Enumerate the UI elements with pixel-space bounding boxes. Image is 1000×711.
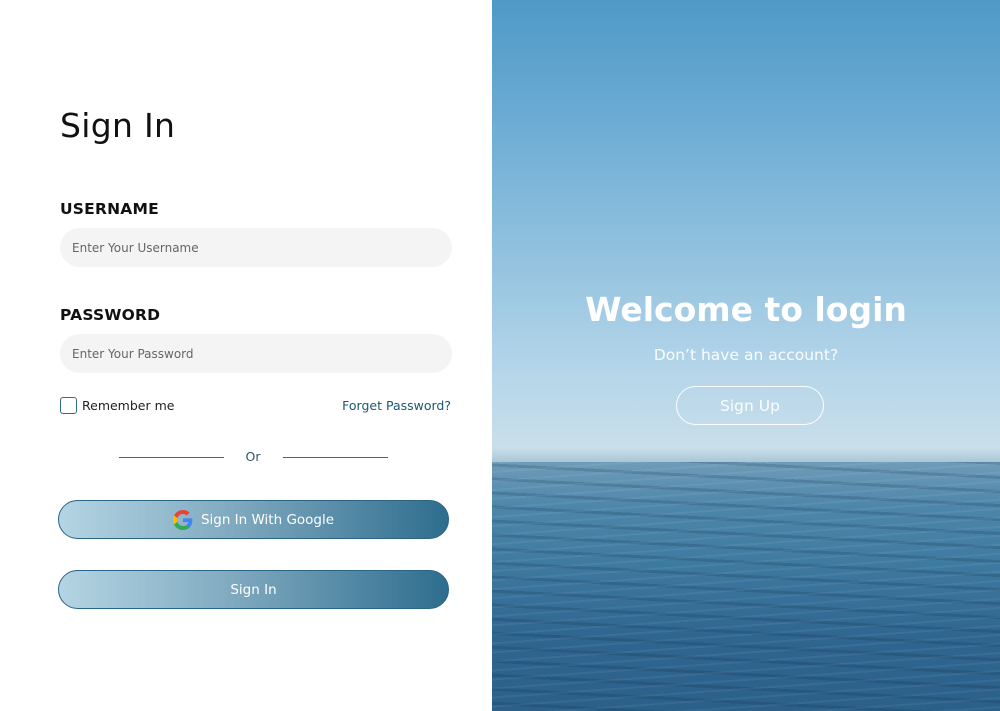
- remember-me-label: Remember me: [82, 398, 175, 413]
- remember-me-checkbox[interactable]: [60, 397, 77, 414]
- login-form-panel: Sign In USERNAME PASSWORD Remember me Fo…: [0, 0, 492, 711]
- forgot-password-link[interactable]: Forget Password?: [342, 398, 451, 413]
- google-signin-button[interactable]: Sign In With Google: [58, 500, 449, 539]
- username-label: USERNAME: [60, 200, 159, 218]
- password-label: PASSWORD: [60, 306, 161, 324]
- signup-button-label: Sign Up: [720, 396, 780, 415]
- divider-line-right: [283, 457, 388, 458]
- google-signin-label: Sign In With Google: [200, 511, 335, 528]
- ocean-background-image: [492, 462, 1000, 711]
- welcome-title: Welcome to login: [585, 290, 907, 329]
- page-title: Sign In: [60, 106, 176, 145]
- divider-or-text: Or: [245, 449, 261, 464]
- divider-line-left: [119, 457, 224, 458]
- signin-button-label: Sign In: [230, 581, 277, 598]
- no-account-text: Don’t have an account?: [653, 346, 839, 364]
- welcome-panel: Welcome to login Don’t have an account? …: [492, 0, 1000, 711]
- signin-button[interactable]: Sign In: [58, 570, 449, 609]
- google-g-icon: [172, 509, 193, 530]
- password-input[interactable]: [60, 334, 452, 373]
- username-input[interactable]: [60, 228, 452, 267]
- remember-me[interactable]: Remember me: [60, 397, 174, 414]
- signup-button[interactable]: Sign Up: [676, 386, 824, 425]
